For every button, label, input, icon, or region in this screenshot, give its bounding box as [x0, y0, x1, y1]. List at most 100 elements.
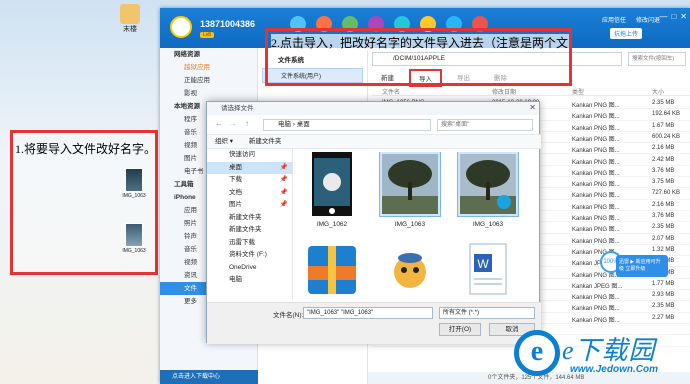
table-cell: Kankan PNG 图...: [572, 170, 620, 177]
upload-badge[interactable]: 抗拖上传: [609, 28, 642, 39]
back-arrow-icon[interactable]: ←: [215, 119, 223, 128]
open-button[interactable]: 打开(O): [439, 323, 481, 336]
maximize-icon[interactable]: □: [671, 12, 676, 21]
table-cell: 2.35 MB: [652, 100, 675, 106]
table-cell: Kankan JPEG 图...: [572, 283, 623, 290]
vip-badge: Lv8: [200, 32, 215, 38]
account-name[interactable]: 13871004386: [200, 19, 255, 29]
col-type[interactable]: 类型: [572, 87, 584, 96]
link-fix-crash[interactable]: 修改闪退: [636, 15, 660, 24]
nav-tree-label: 文档: [229, 188, 242, 196]
minimize-icon[interactable]: —: [659, 12, 667, 21]
file-tile[interactable]: [295, 240, 369, 302]
desktop-file[interactable]: IMG_1063: [120, 168, 148, 199]
table-cell: 727.60 KB: [652, 190, 681, 197]
table-header: 文件名 修改日期 类型 大小: [372, 86, 690, 96]
close-icon[interactable]: ✕: [680, 12, 687, 21]
desktop-shortcut[interactable]: 末楼: [115, 4, 145, 34]
table-cell: 2.27 MB: [652, 314, 675, 321]
col-size[interactable]: 大小: [652, 87, 664, 96]
nav-tree-item[interactable]: 资料文件 (F:): [207, 249, 292, 262]
desktop-file[interactable]: IMG_1063: [120, 223, 148, 254]
table-cell: Kankan PNG 图...: [572, 136, 620, 143]
sidebar-item[interactable]: 影视: [160, 87, 257, 100]
annotation-box-rename: 1.将要导入文件改好名字。 IMG_1063 IMG_1063: [10, 130, 158, 275]
nav-tree-item[interactable]: 下载 📌: [207, 174, 292, 187]
table-cell: 2.42 MB: [652, 156, 675, 163]
nav-tree-item[interactable]: 迅雷下载: [207, 237, 292, 250]
phone-screenshot-thumbnail: [312, 152, 352, 216]
table-cell: Kankan PNG 图...: [572, 306, 620, 313]
window-controls: — □ ✕: [659, 12, 687, 21]
upgrade-popup[interactable]: 迅雷 ▶ 新应用可升级 立即升级: [616, 255, 668, 277]
table-cell: Kankan PNG 图...: [572, 317, 620, 324]
breadcrumb[interactable]: 电脑 › 桌面: [263, 119, 431, 131]
nav-tree-item[interactable]: 快速访问: [207, 149, 292, 162]
table-cell: Kankan PNG 图...: [572, 193, 620, 200]
sidebar-item[interactable]: 正能应用: [160, 74, 257, 87]
sidebar-item[interactable]: 网络资源: [160, 48, 257, 61]
filetype-select[interactable]: 所有文件 (*.*): [439, 307, 535, 319]
nav-tree-label: 下载: [229, 176, 242, 183]
filename-label: 文件名(N):: [273, 312, 304, 319]
logo-text: e下载园: [562, 336, 656, 365]
table-cell: Kankan PNG 图...: [572, 295, 620, 302]
nav-tree-label: OneDrive: [229, 263, 257, 271]
col-name[interactable]: 文件名: [382, 87, 400, 96]
table-cell: 2.16 MB: [652, 201, 675, 208]
link-app-trust[interactable]: 应用信任: [602, 15, 626, 24]
dialog-nav: ← → ↑ 电脑 › 桌面 搜索"桌面": [207, 115, 541, 135]
nav-tree-item[interactable]: OneDrive: [207, 262, 292, 275]
nav-tree-label: 新建文件夹: [229, 226, 262, 233]
search-input[interactable]: 搜索文件(按回车): [628, 52, 686, 66]
file-label: IMG_1063: [122, 193, 146, 199]
dialog-file-grid: IMG_1062 IMG_1063 IMG_1063 W: [295, 152, 539, 302]
nav-tree-item[interactable]: 桌面 📌: [207, 161, 292, 174]
logo-mark: e: [514, 330, 560, 376]
table-cell: Kankan PNG 图...: [572, 204, 620, 211]
table-cell: 1.32 MB: [652, 246, 675, 253]
table-cell: Kankan PNG 图...: [572, 159, 620, 166]
pin-icon: 📌: [279, 188, 288, 196]
tree-video-thumbnail: [457, 152, 519, 217]
annotation-text: 1.将要导入文件改好名字。: [15, 142, 157, 156]
nav-tree-item[interactable]: 新建文件夹: [207, 212, 292, 225]
top-links: 应用信任 修改闪退: [602, 15, 660, 24]
file-tile[interactable]: IMG_1062: [295, 152, 369, 228]
download-center-link[interactable]: 点击进入下载中心: [160, 370, 258, 384]
sidebar-item[interactable]: 越狱应用: [160, 61, 257, 74]
logo-url: www.Jedown.Com: [570, 364, 658, 375]
nav-tree-item[interactable]: 图片 📌: [207, 199, 292, 212]
new-folder-button[interactable]: 新建文件夹: [249, 138, 282, 145]
nav-tree-item[interactable]: 文档 📌: [207, 187, 292, 200]
dialog-nav-tree: 快速访问 桌面 📌 下载 📌 文档 📌 图片 📌 新建文件夹 新建文件夹迅雷下载 资料文件 (F:) O…: [207, 149, 293, 299]
up-arrow-icon[interactable]: ↑: [245, 119, 249, 128]
col-date[interactable]: 修改日期: [492, 87, 516, 96]
filename-input[interactable]: "IMG_1063" "IMG_1063": [303, 307, 433, 319]
organize-button[interactable]: 组织 ▾: [215, 138, 233, 145]
table-cell: Kankan PNG 图...: [572, 227, 620, 234]
dialog-search-input[interactable]: 搜索"桌面": [437, 119, 533, 131]
file-tile[interactable]: W: [451, 240, 525, 302]
nav-tree-label: 电脑: [229, 276, 242, 283]
file-tile[interactable]: IMG_1063: [373, 152, 447, 228]
annotation-box-import: 2.点击导入，把改好名字的文件导入进去（注意是两个文: [265, 28, 572, 86]
pin-icon: 📌: [279, 201, 288, 208]
table-cell: Kankan PNG 图...: [572, 182, 620, 189]
pin-icon: 📌: [279, 176, 288, 183]
word-document-icon: W: [469, 243, 507, 295]
avatar[interactable]: [170, 16, 192, 38]
file-tile[interactable]: [373, 240, 447, 302]
image-file-icon: [125, 168, 143, 192]
nav-tree-item[interactable]: 电脑: [207, 274, 292, 287]
forward-arrow-icon[interactable]: →: [229, 119, 237, 128]
file-name: IMG_1063: [394, 221, 426, 228]
nav-tree-label: 图片: [229, 201, 242, 208]
nav-tree-item[interactable]: 新建文件夹: [207, 224, 292, 237]
file-name: IMG_1062: [316, 221, 348, 228]
dialog-footer: 文件名(N): "IMG_1063" "IMG_1063" 所有文件 (*.*)…: [207, 302, 541, 344]
dialog-close-icon[interactable]: ✕: [529, 103, 536, 112]
table-cell: 2.16 MB: [652, 145, 675, 152]
file-tile[interactable]: IMG_1063: [451, 152, 525, 228]
dialog-title: 请选择文件: [207, 102, 539, 115]
